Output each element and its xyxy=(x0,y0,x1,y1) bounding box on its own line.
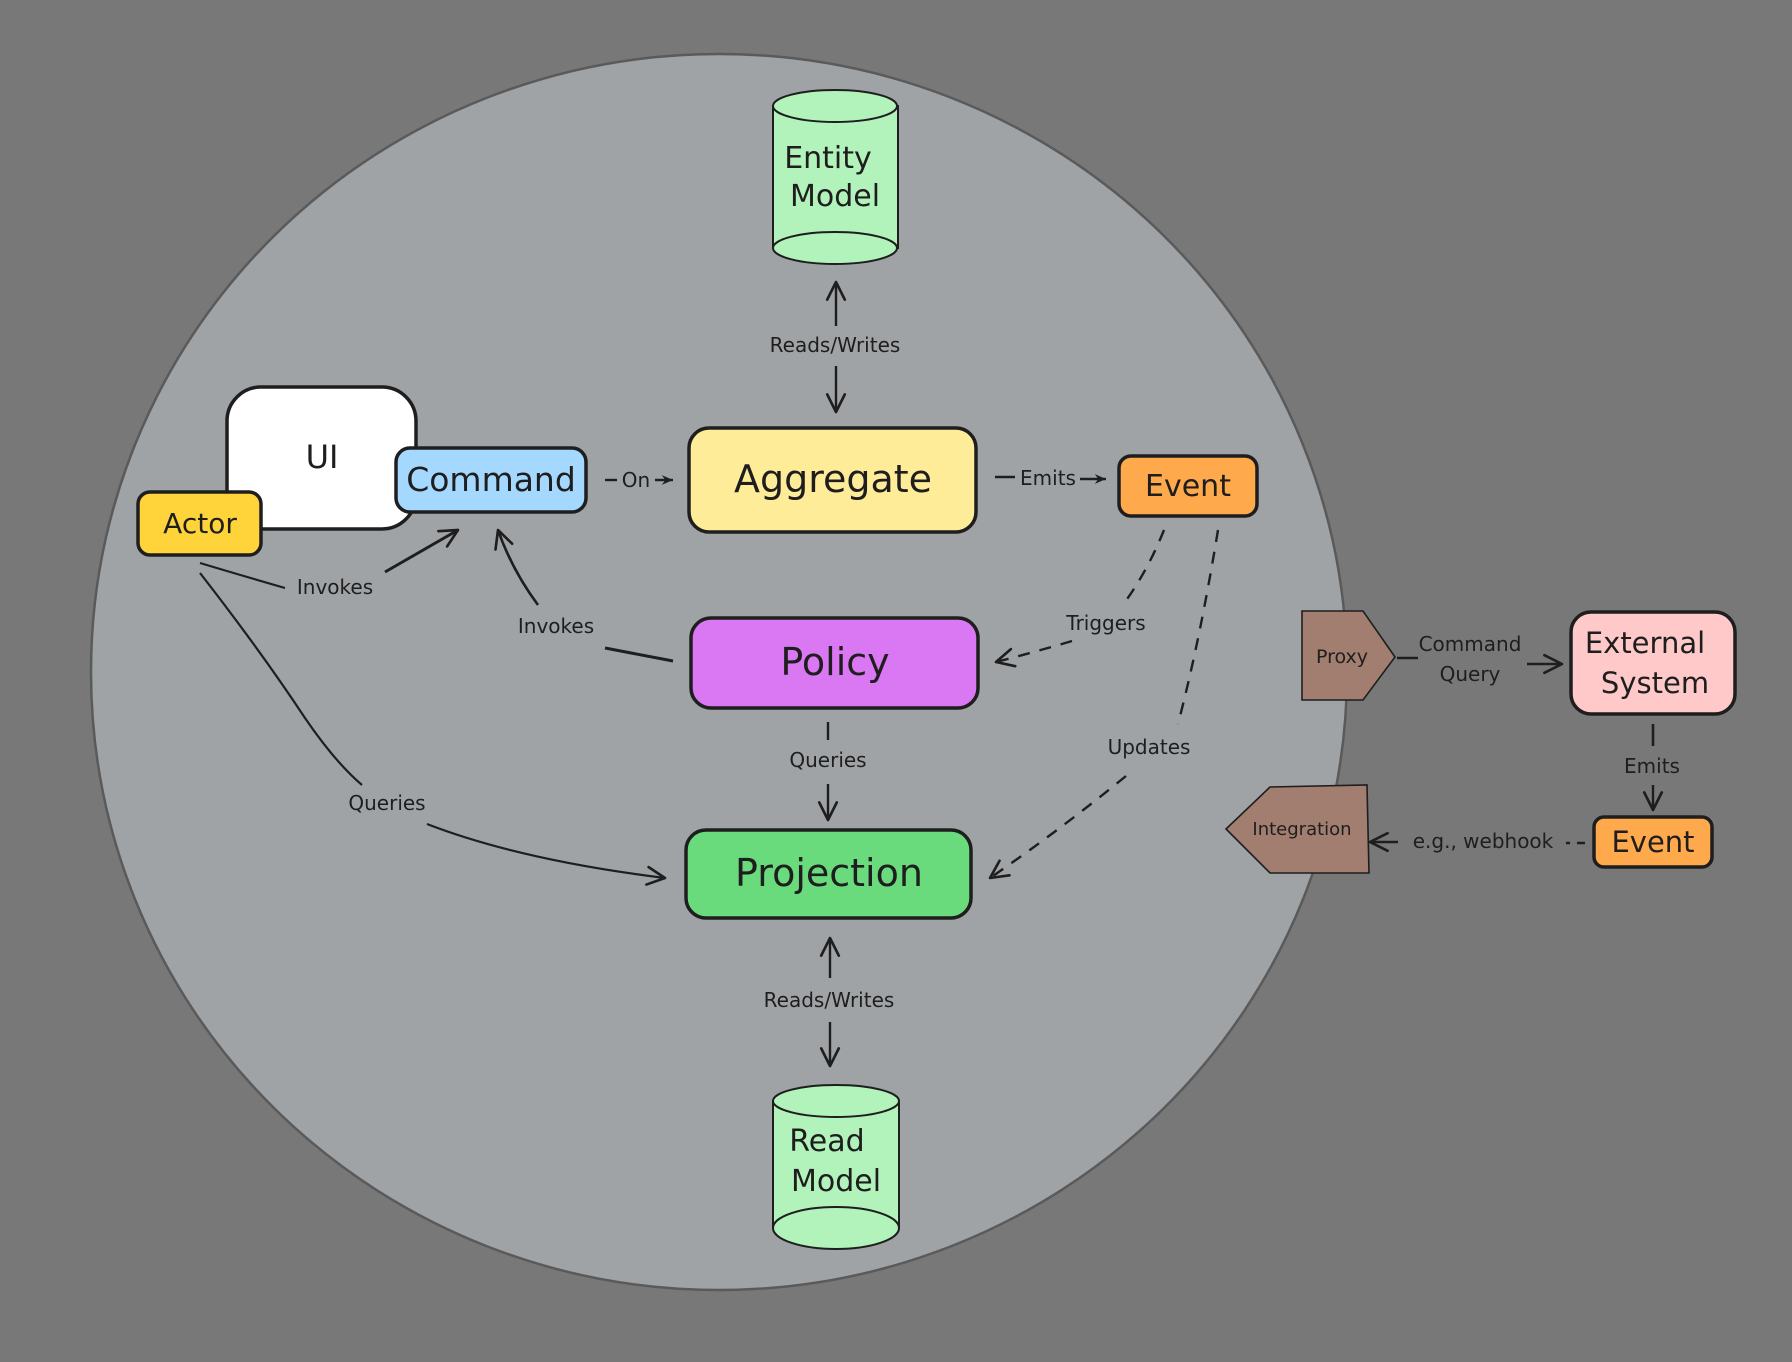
edge-label-on: On xyxy=(622,468,650,492)
aggregate-label: Aggregate xyxy=(734,457,932,501)
policy-label: Policy xyxy=(780,640,889,684)
edge-label-webhook: e.g., webhook xyxy=(1413,829,1554,853)
external-system-label-line1: External xyxy=(1585,626,1705,660)
proxy-node[interactable]: Proxy xyxy=(1301,610,1396,701)
entity-model-storage[interactable]: Entity Model xyxy=(772,89,899,265)
actor-node[interactable]: Actor xyxy=(136,490,263,557)
command-node[interactable]: Command xyxy=(394,446,588,514)
external-event-label: Event xyxy=(1611,825,1694,859)
policy-node[interactable]: Policy xyxy=(689,616,980,710)
edge-proxy-external: Command Query xyxy=(1397,632,1564,686)
edge-label-reads-writes-top: Reads/Writes xyxy=(770,333,901,357)
edge-event-integration: e.g., webhook xyxy=(1368,829,1585,853)
ui-label: UI xyxy=(306,438,339,476)
edge-label-triggers: Triggers xyxy=(1065,611,1145,635)
read-model-storage[interactable]: Read Model xyxy=(772,1084,900,1250)
edge-label-invokes-policy: Invokes xyxy=(518,614,594,638)
external-system-label-line2: System xyxy=(1601,666,1709,700)
edge-label-command: Command xyxy=(1419,632,1522,656)
proxy-label: Proxy xyxy=(1316,646,1368,668)
projection-node[interactable]: Projection xyxy=(684,828,973,920)
event-node[interactable]: Event xyxy=(1117,454,1259,518)
edge-label-reads-writes-bottom: Reads/Writes xyxy=(764,988,895,1012)
read-model-label-line2: Model xyxy=(791,1164,881,1199)
aggregate-node[interactable]: Aggregate xyxy=(687,426,978,534)
edge-label-queries-actor: Queries xyxy=(348,791,425,815)
integration-label: Integration xyxy=(1252,819,1351,840)
actor-label: Actor xyxy=(163,507,237,540)
edge-label-query: Query xyxy=(1440,662,1501,686)
edge-label-updates: Updates xyxy=(1108,735,1191,759)
read-model-label-line1: Read xyxy=(789,1124,864,1159)
external-event-node[interactable]: Event xyxy=(1592,815,1714,869)
entity-model-label-line2: Model xyxy=(790,179,880,214)
entity-model-label-line1: Entity xyxy=(784,141,872,176)
edge-label-invokes-actor: Invokes xyxy=(297,575,373,599)
edge-label-emits-external: Emits xyxy=(1624,754,1680,778)
event-modeling-diagram: Reads/Writes On Emits Invokes Invokes Tr… xyxy=(89,52,1737,1292)
edge-label-queries-policy: Queries xyxy=(789,748,866,772)
edge-external-event: Emits xyxy=(1624,724,1680,812)
external-system-node[interactable]: External System xyxy=(1569,610,1737,716)
projection-label: Projection xyxy=(735,851,923,895)
edge-label-emits: Emits xyxy=(1020,466,1076,490)
command-label: Command xyxy=(406,460,576,499)
event-label: Event xyxy=(1145,469,1231,504)
